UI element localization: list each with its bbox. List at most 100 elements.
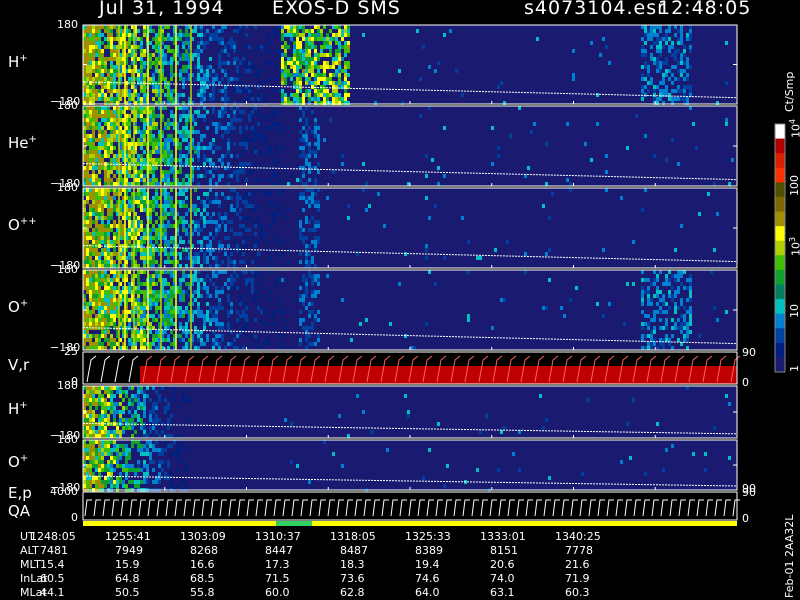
table-cell: 60.0 bbox=[265, 586, 290, 599]
table-cell: 50.5 bbox=[115, 586, 140, 599]
panel-label-h_plus_1: H+ bbox=[8, 52, 28, 71]
colorbar-segment bbox=[775, 138, 785, 154]
colorbar bbox=[774, 123, 786, 373]
table-cell: 7949 bbox=[115, 544, 143, 557]
colorbar-segment bbox=[775, 328, 785, 344]
colorbar-segment bbox=[775, 167, 785, 183]
spectrogram-o_plus_2 bbox=[82, 439, 738, 492]
header-instrument: EXOS-D SMS bbox=[272, 0, 401, 19]
colorbar-segment bbox=[775, 342, 785, 358]
table-cell: 8487 bbox=[340, 544, 368, 557]
spectrogram-o_plusplus bbox=[82, 187, 738, 269]
table-cell: 7778 bbox=[565, 544, 593, 557]
table-cell: 1318:05 bbox=[330, 530, 376, 543]
colorbar-tick-exponent: 4 bbox=[788, 118, 797, 124]
table-cell: 74.0 bbox=[490, 572, 515, 585]
panel-label2-ep: QA bbox=[8, 502, 31, 520]
table-cell: 1248:05 bbox=[30, 530, 76, 543]
panel-label-sup: + bbox=[19, 400, 28, 411]
colorbar-segment bbox=[775, 299, 785, 315]
colorbar-tick: 100 bbox=[788, 175, 800, 196]
panel-label-sup: + bbox=[19, 453, 29, 464]
colorbar-segment bbox=[775, 255, 785, 271]
colorbar-tick-base: 1 bbox=[788, 365, 800, 372]
table-cell: 64.0 bbox=[415, 586, 440, 599]
ytick-right-top-ep: 90 bbox=[742, 486, 756, 499]
colorbar-tick-exponent: 3 bbox=[788, 236, 797, 242]
table-cell: 1340:25 bbox=[555, 530, 601, 543]
colorbar-tick-base: 10 bbox=[789, 124, 800, 138]
colorbar-segment bbox=[775, 357, 785, 373]
ytick-max-o_plusplus: 180 bbox=[57, 181, 78, 194]
ytick-min-ep: 0 bbox=[71, 511, 78, 524]
ytick-right-bottom-vr: 0 bbox=[742, 376, 749, 389]
spectrogram-o_plus_1 bbox=[82, 269, 738, 351]
colorbar-tick: 104 bbox=[788, 119, 800, 138]
velocity-panel bbox=[82, 351, 741, 385]
table-cell: 21.6 bbox=[565, 558, 590, 571]
table-cell: 62.8 bbox=[340, 586, 365, 599]
panel-label-o_plus_2: O+ bbox=[8, 453, 29, 471]
table-cell: 71.5 bbox=[265, 572, 290, 585]
colorbar-segment bbox=[775, 211, 785, 227]
spectrogram-h_plus_1 bbox=[82, 24, 738, 105]
colorbar-segment bbox=[775, 284, 785, 300]
colorbar-segment bbox=[775, 240, 785, 256]
table-cell: 18.3 bbox=[340, 558, 365, 571]
table-cell: 8389 bbox=[415, 544, 443, 557]
table-cell: 1325:33 bbox=[405, 530, 451, 543]
table-cell: 15.4 bbox=[40, 558, 65, 571]
colorbar-segment bbox=[775, 313, 785, 329]
colorbar-tick-base: 10 bbox=[789, 242, 800, 256]
table-cell: 74.6 bbox=[415, 572, 440, 585]
colorbar-segment bbox=[775, 182, 785, 198]
panel-label-o_plus_1: O+ bbox=[8, 298, 29, 316]
table-cell: 17.3 bbox=[265, 558, 290, 571]
colorbar-segment bbox=[775, 153, 785, 169]
table-cell: 44.1 bbox=[40, 586, 65, 599]
table-cell: 71.9 bbox=[565, 572, 590, 585]
header-time: 12:48:05 bbox=[658, 0, 752, 19]
table-cell: 1255:41 bbox=[105, 530, 151, 543]
header-file: s4073104.esr bbox=[524, 0, 666, 19]
colorbar-tick: 1 bbox=[788, 365, 800, 372]
ytick-max-o_plus_1: 180 bbox=[57, 263, 78, 276]
table-cell: 20.6 bbox=[490, 558, 515, 571]
energy-panel bbox=[82, 491, 740, 521]
colorbar-title: Ct/Smp bbox=[783, 71, 796, 112]
spectrogram-he_plus bbox=[82, 105, 738, 187]
table-cell: 8151 bbox=[490, 544, 518, 557]
table-cell: 64.8 bbox=[115, 572, 140, 585]
table-cell: 8268 bbox=[190, 544, 218, 557]
colorbar-segment bbox=[775, 124, 785, 140]
table-cell: 60.3 bbox=[565, 586, 590, 599]
table-cell: 16.6 bbox=[190, 558, 215, 571]
colorbar-segment bbox=[775, 196, 785, 213]
table-cell: 8447 bbox=[265, 544, 293, 557]
qa-bar bbox=[83, 521, 737, 526]
table-cell: 55.8 bbox=[190, 586, 215, 599]
ytick-right-top-vr: 90 bbox=[742, 346, 756, 359]
ytick-max-o_plus_2: 180 bbox=[57, 433, 78, 446]
panel-label-ep: E,p bbox=[8, 484, 32, 502]
ytick-max-h_plus_1: 180 bbox=[57, 18, 78, 31]
colorbar-tick: 103 bbox=[788, 237, 800, 256]
spectrogram-h_plus_2 bbox=[82, 385, 738, 439]
panel-label-h_plus_2: H+ bbox=[8, 400, 28, 418]
table-cell: 15.9 bbox=[115, 558, 140, 571]
table-cell: 1303:09 bbox=[180, 530, 226, 543]
colorbar-tick: 10 bbox=[788, 304, 800, 318]
table-row-label: ALT bbox=[20, 544, 39, 557]
table-cell: 60.5 bbox=[40, 572, 65, 585]
panel-label-o_plusplus: O++ bbox=[8, 216, 37, 234]
chart-canvas bbox=[82, 24, 786, 526]
panel-label-he_plus: He+ bbox=[8, 134, 37, 152]
ytick-right-bottom-ep: 0 bbox=[742, 512, 749, 525]
table-cell: 63.1 bbox=[490, 586, 515, 599]
footer-vertical-text: Feb-01 2AA32L bbox=[783, 514, 796, 598]
colorbar-segment bbox=[775, 226, 785, 242]
table-cell: 7481 bbox=[40, 544, 68, 557]
panel-label-vr: V,r bbox=[8, 356, 30, 374]
ytick-max-vr: 25 bbox=[64, 345, 78, 358]
table-row-label: MLT bbox=[20, 558, 41, 571]
